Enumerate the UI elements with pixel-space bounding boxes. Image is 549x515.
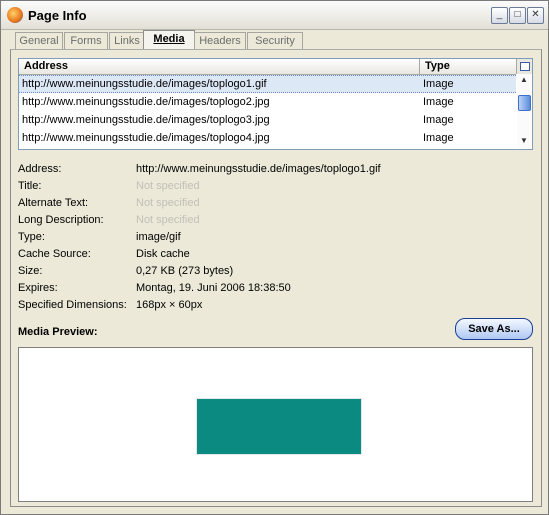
- property-value: Not specified: [136, 180, 200, 192]
- column-divider[interactable]: [419, 59, 420, 74]
- list-item[interactable]: http://www.meinungsstudie.de/images/topl…: [19, 93, 516, 111]
- list-item-type: Image: [423, 114, 454, 126]
- minimize-button[interactable]: _: [491, 7, 508, 24]
- maximize-button[interactable]: □: [509, 7, 526, 24]
- list-item-type: Image: [423, 96, 454, 108]
- property-value: Not specified: [136, 214, 200, 226]
- tab-media-label: Media: [153, 33, 185, 45]
- list-item-type: Image: [423, 78, 454, 90]
- tab-headers[interactable]: Headers: [194, 32, 246, 49]
- save-as-button[interactable]: Save As...: [455, 318, 533, 340]
- tab-forms[interactable]: Forms: [64, 32, 108, 49]
- list-item[interactable]: http://www.meinungsstudie.de/images/topl…: [19, 129, 516, 147]
- window-title: Page Info: [28, 8, 87, 23]
- list-item-address: http://www.meinungsstudie.de/images/topl…: [22, 96, 270, 108]
- media-list-header: Address Type: [19, 59, 516, 75]
- property-value: 168px × 60px: [136, 299, 203, 311]
- page-info-window: Page Info _ □ ✕ General Forms Links Medi…: [0, 0, 549, 515]
- property-label: Expires:: [18, 282, 58, 294]
- scroll-thumb[interactable]: [518, 95, 531, 111]
- list-scrollbar[interactable]: ▲ ▼: [517, 74, 531, 148]
- list-item-type: Image: [423, 132, 454, 144]
- column-picker-icon[interactable]: [516, 59, 532, 74]
- scroll-down-icon[interactable]: ▼: [519, 136, 529, 145]
- property-value: Not specified: [136, 197, 200, 209]
- list-item[interactable]: http://www.meinungsstudie.de/images/topl…: [19, 75, 516, 93]
- property-label: Long Description:: [18, 214, 104, 226]
- list-item[interactable]: http://www.meinungsstudie.de/images/topl…: [19, 111, 516, 129]
- tab-general[interactable]: General: [15, 32, 63, 49]
- property-value: http://www.meinungsstudie.de/images/topl…: [136, 163, 381, 175]
- preview-image: [196, 398, 362, 455]
- property-label: Title:: [18, 180, 42, 192]
- media-preview-label: Media Preview:: [18, 326, 98, 338]
- property-label: Specified Dimensions:: [18, 299, 127, 311]
- title-bar[interactable]: Page Info _ □ ✕: [1, 1, 548, 30]
- list-item-address: http://www.meinungsstudie.de/images/topl…: [22, 114, 270, 126]
- media-preview-pane: [18, 347, 533, 502]
- property-value: image/gif: [136, 231, 181, 243]
- property-label: Alternate Text:: [18, 197, 89, 209]
- tab-security[interactable]: Security: [247, 32, 303, 49]
- tab-links[interactable]: Links: [109, 32, 145, 49]
- tab-media[interactable]: Media: [143, 30, 195, 50]
- list-item-address: http://www.meinungsstudie.de/images/topl…: [22, 132, 270, 144]
- media-list[interactable]: Address Type http://www.meinungsstudie.d…: [18, 58, 533, 150]
- list-item-address: http://www.meinungsstudie.de/images/topl…: [22, 78, 267, 90]
- property-label: Type:: [18, 231, 45, 243]
- property-label: Address:: [18, 163, 62, 175]
- column-header-type[interactable]: Type: [425, 60, 450, 72]
- property-label: Cache Source:: [18, 248, 91, 260]
- close-button[interactable]: ✕: [527, 7, 544, 24]
- property-value: Montag, 19. Juni 2006 18:38:50: [136, 282, 291, 294]
- scroll-up-icon[interactable]: ▲: [519, 75, 529, 84]
- column-header-address[interactable]: Address: [24, 60, 68, 72]
- property-value: 0,27 KB (273 bytes): [136, 265, 234, 277]
- property-label: Size:: [18, 265, 43, 277]
- firefox-icon: [7, 7, 23, 23]
- property-value: Disk cache: [136, 248, 190, 260]
